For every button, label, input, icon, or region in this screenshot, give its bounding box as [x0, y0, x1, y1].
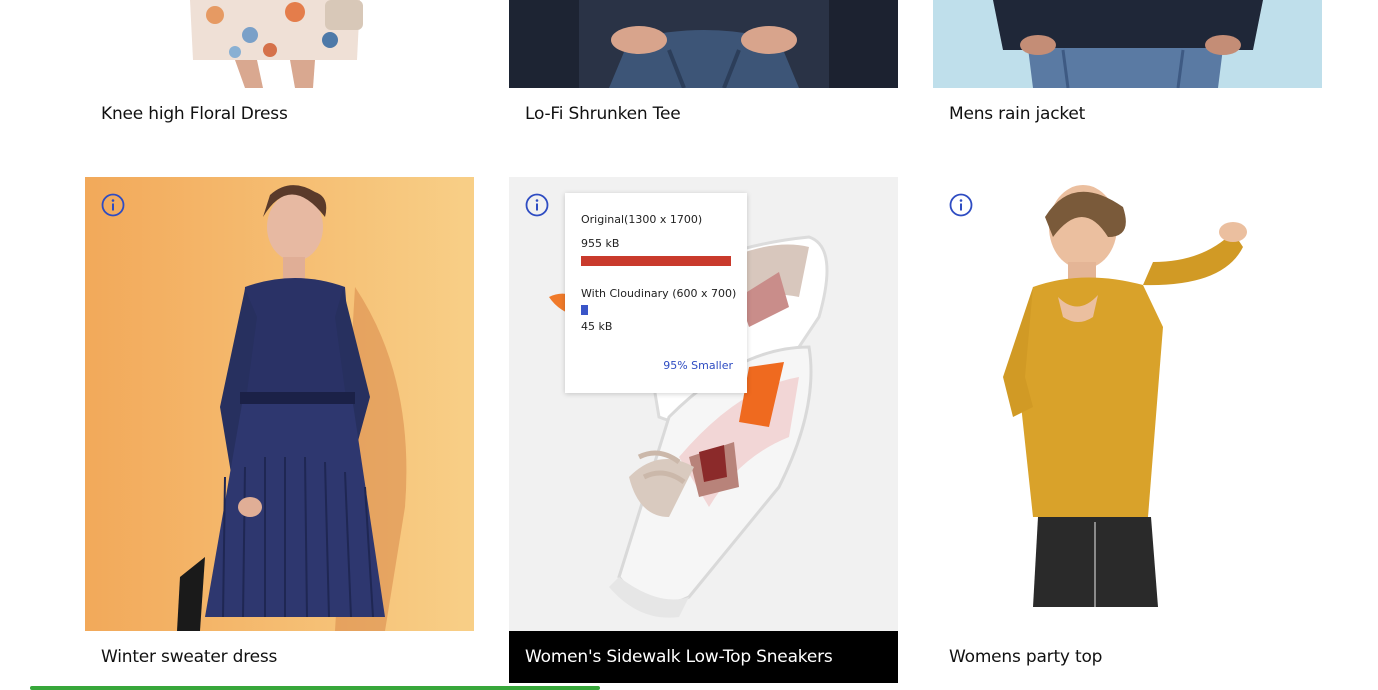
party-top-illustration [933, 177, 1322, 631]
product-image-floral-dress[interactable] [85, 0, 474, 88]
product-image-sneakers[interactable]: Original(1300 x 1700) 955 kB With Cloudi… [509, 177, 898, 631]
info-icon[interactable] [949, 193, 973, 217]
info-icon[interactable] [525, 193, 549, 217]
shrunken-tee-illustration [509, 0, 898, 88]
product-title[interactable]: Winter sweater dress [85, 631, 474, 683]
savings-label: 95% Smaller [663, 359, 733, 372]
product-image-shrunken-tee[interactable] [509, 0, 898, 88]
product-title[interactable]: Womens party top [933, 631, 1322, 683]
optimized-size-bar [581, 305, 588, 315]
info-icon[interactable] [101, 193, 125, 217]
original-size-label: Original(1300 x 1700) [581, 213, 703, 226]
product-image-rain-jacket[interactable] [933, 0, 1322, 88]
product-title[interactable]: Knee high Floral Dress [85, 88, 474, 140]
optimized-size-label: With Cloudinary (600 x 700) [581, 287, 737, 300]
original-file-size: 955 kB [581, 237, 620, 250]
bottom-accent-line [30, 686, 600, 690]
product-image-winter-sweater-dress[interactable] [85, 177, 474, 631]
original-size-bar [581, 256, 731, 266]
rain-jacket-illustration [933, 0, 1322, 88]
image-size-tooltip: Original(1300 x 1700) 955 kB With Cloudi… [565, 193, 747, 393]
product-title[interactable]: Women's Sidewalk Low-Top Sneakers [509, 631, 898, 683]
optimized-file-size: 45 kB [581, 320, 613, 333]
floral-dress-illustration [190, 0, 363, 88]
product-title[interactable]: Mens rain jacket [933, 88, 1322, 140]
sweater-dress-illustration [85, 177, 474, 631]
product-title[interactable]: Lo-Fi Shrunken Tee [509, 88, 898, 140]
product-image-party-top[interactable] [933, 177, 1322, 631]
